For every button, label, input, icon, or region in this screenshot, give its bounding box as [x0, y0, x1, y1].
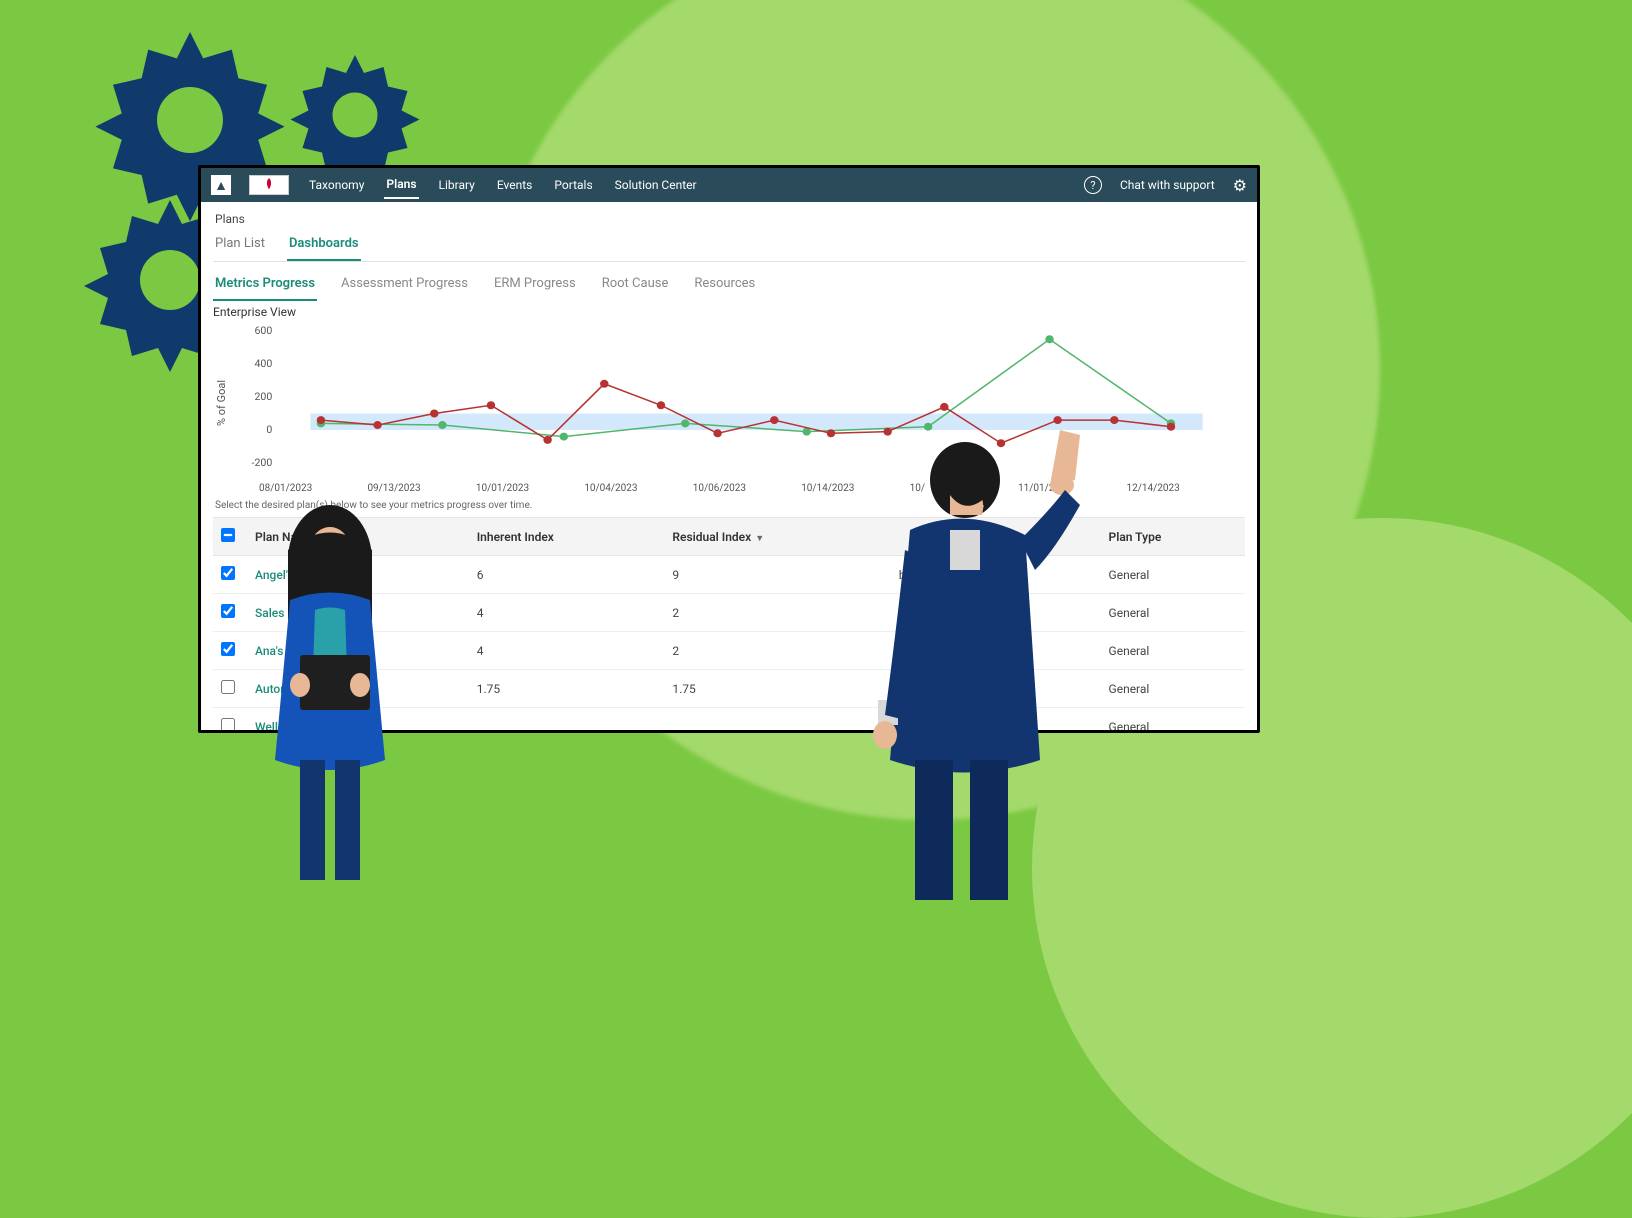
tab-assessment-progress[interactable]: Assessment Progress — [339, 272, 470, 301]
x-tick-label: 08/01/2023 — [259, 483, 367, 494]
section-title: Enterprise View — [213, 305, 1245, 319]
row-checkbox[interactable] — [221, 718, 235, 730]
row-checkbox[interactable] — [221, 566, 235, 580]
primary-tabs: Plan List Dashboards — [213, 232, 1245, 262]
app-logo-icon: ▲ — [211, 175, 231, 195]
row-checkbox[interactable] — [221, 680, 235, 694]
tab-plan-list[interactable]: Plan List — [213, 232, 267, 261]
nav-library[interactable]: Library — [437, 172, 477, 198]
svg-text:600: 600 — [254, 324, 272, 337]
row-checkbox[interactable] — [221, 642, 235, 656]
cell-inherent: 6 — [469, 556, 665, 594]
chat-support-link[interactable]: Chat with support — [1120, 178, 1215, 192]
nav-events[interactable]: Events — [495, 172, 535, 198]
tab-resources[interactable]: Resources — [692, 272, 757, 301]
column-header[interactable]: Inherent Index — [469, 518, 665, 556]
person-decor-icon — [850, 420, 1130, 900]
nav-plans[interactable]: Plans — [384, 171, 418, 199]
cell-inherent: 4 — [469, 632, 665, 670]
svg-text:0: 0 — [266, 423, 272, 436]
nav-portals[interactable]: Portals — [552, 172, 594, 198]
cell-inherent: 4 — [469, 594, 665, 632]
y-axis-label: % of Goal — [213, 323, 230, 483]
breadcrumb: Plans — [215, 212, 1245, 226]
tab-erm-progress[interactable]: ERM Progress — [492, 272, 578, 301]
x-tick-label: 09/13/2023 — [367, 483, 475, 494]
tab-root-cause[interactable]: Root Cause — [600, 272, 671, 301]
nav-solution-center[interactable]: Solution Center — [613, 172, 699, 198]
select-all-checkbox[interactable] — [221, 528, 235, 542]
svg-text:200: 200 — [254, 390, 272, 403]
topbar: ▲ Taxonomy Plans Library Events Portals Solut… — [201, 168, 1257, 202]
svg-text:400: 400 — [254, 357, 272, 370]
settings-gear-icon[interactable]: ⚙ — [1233, 176, 1247, 195]
tab-metrics-progress[interactable]: Metrics Progress — [213, 272, 317, 301]
svg-text:-200: -200 — [252, 456, 273, 469]
x-tick-label: 10/04/2023 — [584, 483, 692, 494]
tab-dashboards[interactable]: Dashboards — [287, 232, 361, 261]
x-tick-label: 10/01/2023 — [476, 483, 584, 494]
x-tick-label: 12/14/2023 — [1127, 483, 1235, 494]
cell-inherent: 1.75 — [469, 670, 665, 708]
secondary-tabs: Metrics Progress Assessment Progress ERM P… — [213, 272, 1245, 301]
nav-taxonomy[interactable]: Taxonomy — [307, 172, 366, 198]
sort-desc-icon: ▼ — [755, 534, 764, 544]
cell-inherent — [469, 708, 665, 731]
x-tick-label: 10/06/2023 — [693, 483, 801, 494]
row-checkbox[interactable] — [221, 604, 235, 618]
brand-logo-icon — [249, 175, 289, 195]
person-decor-icon — [240, 500, 420, 880]
help-icon[interactable]: ? — [1084, 176, 1102, 194]
